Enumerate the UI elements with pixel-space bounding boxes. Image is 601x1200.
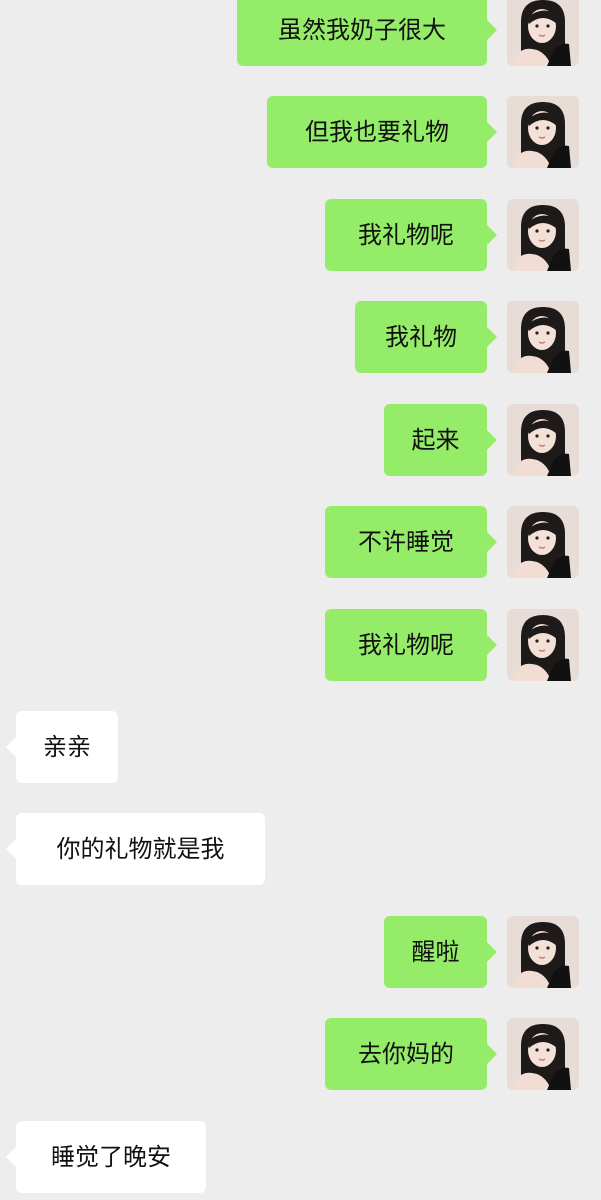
message-bubble-outgoing[interactable]: 不许睡觉 — [325, 506, 497, 578]
sender-avatar-icon[interactable] — [507, 301, 579, 373]
message-text: 不许睡觉 — [358, 528, 454, 556]
message-text: 起来 — [411, 426, 460, 454]
sender-avatar-icon[interactable] — [507, 916, 579, 988]
message-text: 我礼物呢 — [358, 221, 454, 249]
message-bubble-outgoing[interactable]: 醒啦 — [384, 916, 497, 988]
message-bubble-incoming[interactable]: 你的礼物就是我 — [6, 813, 265, 885]
message-bubble-incoming[interactable]: 睡觉了晚安 — [6, 1121, 206, 1193]
sender-avatar-icon[interactable] — [507, 1018, 579, 1090]
sender-avatar-icon[interactable] — [507, 199, 579, 271]
message-row-outgoing: 虽然我奶子很大 — [0, 0, 601, 66]
message-bubble-outgoing[interactable]: 我礼物呢 — [325, 609, 497, 681]
message-text: 亲亲 — [43, 733, 91, 761]
sender-avatar-icon[interactable] — [507, 96, 579, 168]
message-bubble-outgoing[interactable]: 虽然我奶子很大 — [237, 0, 497, 66]
message-text: 我礼物呢 — [358, 631, 454, 659]
message-row-incoming: 你的礼物就是我 — [0, 813, 601, 885]
message-bubble-incoming[interactable]: 亲亲 — [6, 711, 118, 783]
message-text: 去你妈的 — [358, 1040, 454, 1068]
message-bubble-outgoing[interactable]: 去你妈的 — [325, 1018, 497, 1090]
message-row-outgoing: 不许睡觉 — [0, 506, 601, 578]
message-bubble-outgoing[interactable]: 但我也要礼物 — [267, 96, 497, 168]
message-row-incoming: 亲亲 — [0, 711, 601, 783]
message-row-outgoing: 起来 — [0, 404, 601, 476]
message-bubble-outgoing[interactable]: 我礼物 — [355, 301, 497, 373]
message-text: 醒啦 — [411, 938, 460, 966]
message-row-outgoing: 去你妈的 — [0, 1018, 601, 1090]
message-row-outgoing: 我礼物呢 — [0, 199, 601, 271]
message-bubble-outgoing[interactable]: 起来 — [384, 404, 497, 476]
message-row-outgoing: 我礼物 — [0, 301, 601, 373]
message-row-incoming: 睡觉了晚安 — [0, 1121, 601, 1193]
sender-avatar-icon[interactable] — [507, 404, 579, 476]
chat-message-list[interactable]: 虽然我奶子很大 但我也要礼物 我礼物呢 我礼物 起来 不许睡觉 我礼物呢 亲亲 … — [0, 0, 601, 1200]
sender-avatar-icon[interactable] — [507, 506, 579, 578]
message-row-outgoing: 但我也要礼物 — [0, 96, 601, 168]
message-text: 睡觉了晚安 — [51, 1143, 171, 1171]
message-bubble-outgoing[interactable]: 我礼物呢 — [325, 199, 497, 271]
message-text: 我礼物 — [385, 323, 457, 351]
message-row-outgoing: 醒啦 — [0, 916, 601, 988]
message-text: 你的礼物就是我 — [56, 835, 225, 863]
message-text: 但我也要礼物 — [305, 118, 449, 146]
sender-avatar-icon[interactable] — [507, 609, 579, 681]
sender-avatar-icon[interactable] — [507, 0, 579, 66]
message-text: 虽然我奶子很大 — [278, 16, 446, 44]
message-row-outgoing: 我礼物呢 — [0, 609, 601, 681]
